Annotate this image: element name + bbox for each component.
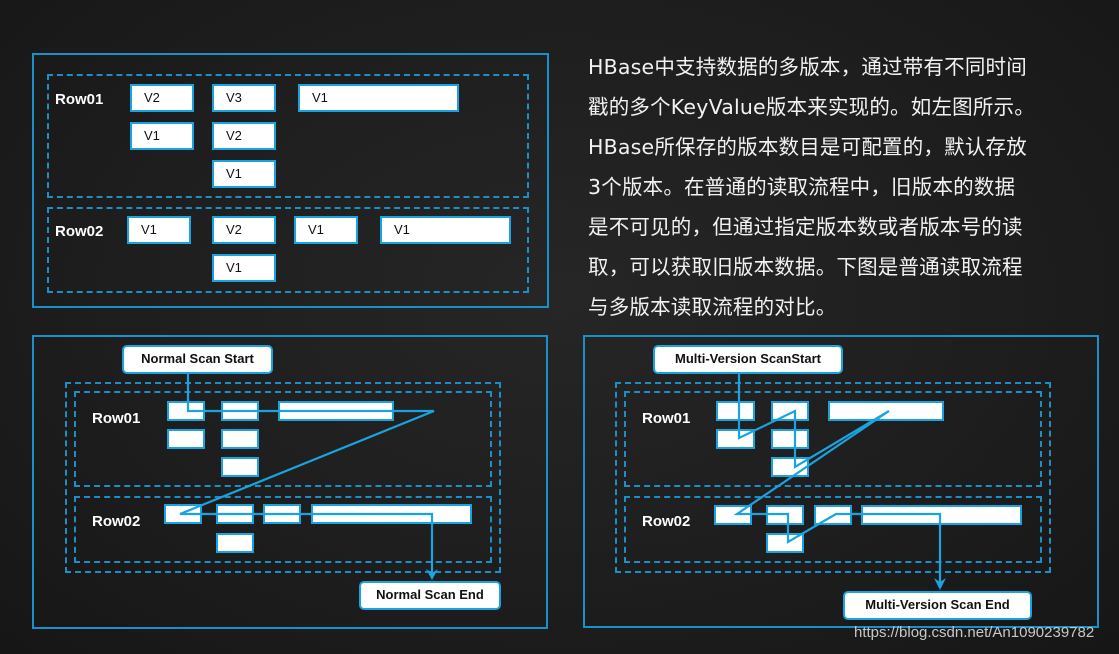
watermark: https://blog.csdn.net/An1090239782 [854, 624, 1095, 641]
normal-scan-path [179, 373, 435, 576]
scan-flow-overlay [179, 373, 946, 590]
multi-version-scan-path [733, 373, 942, 585]
